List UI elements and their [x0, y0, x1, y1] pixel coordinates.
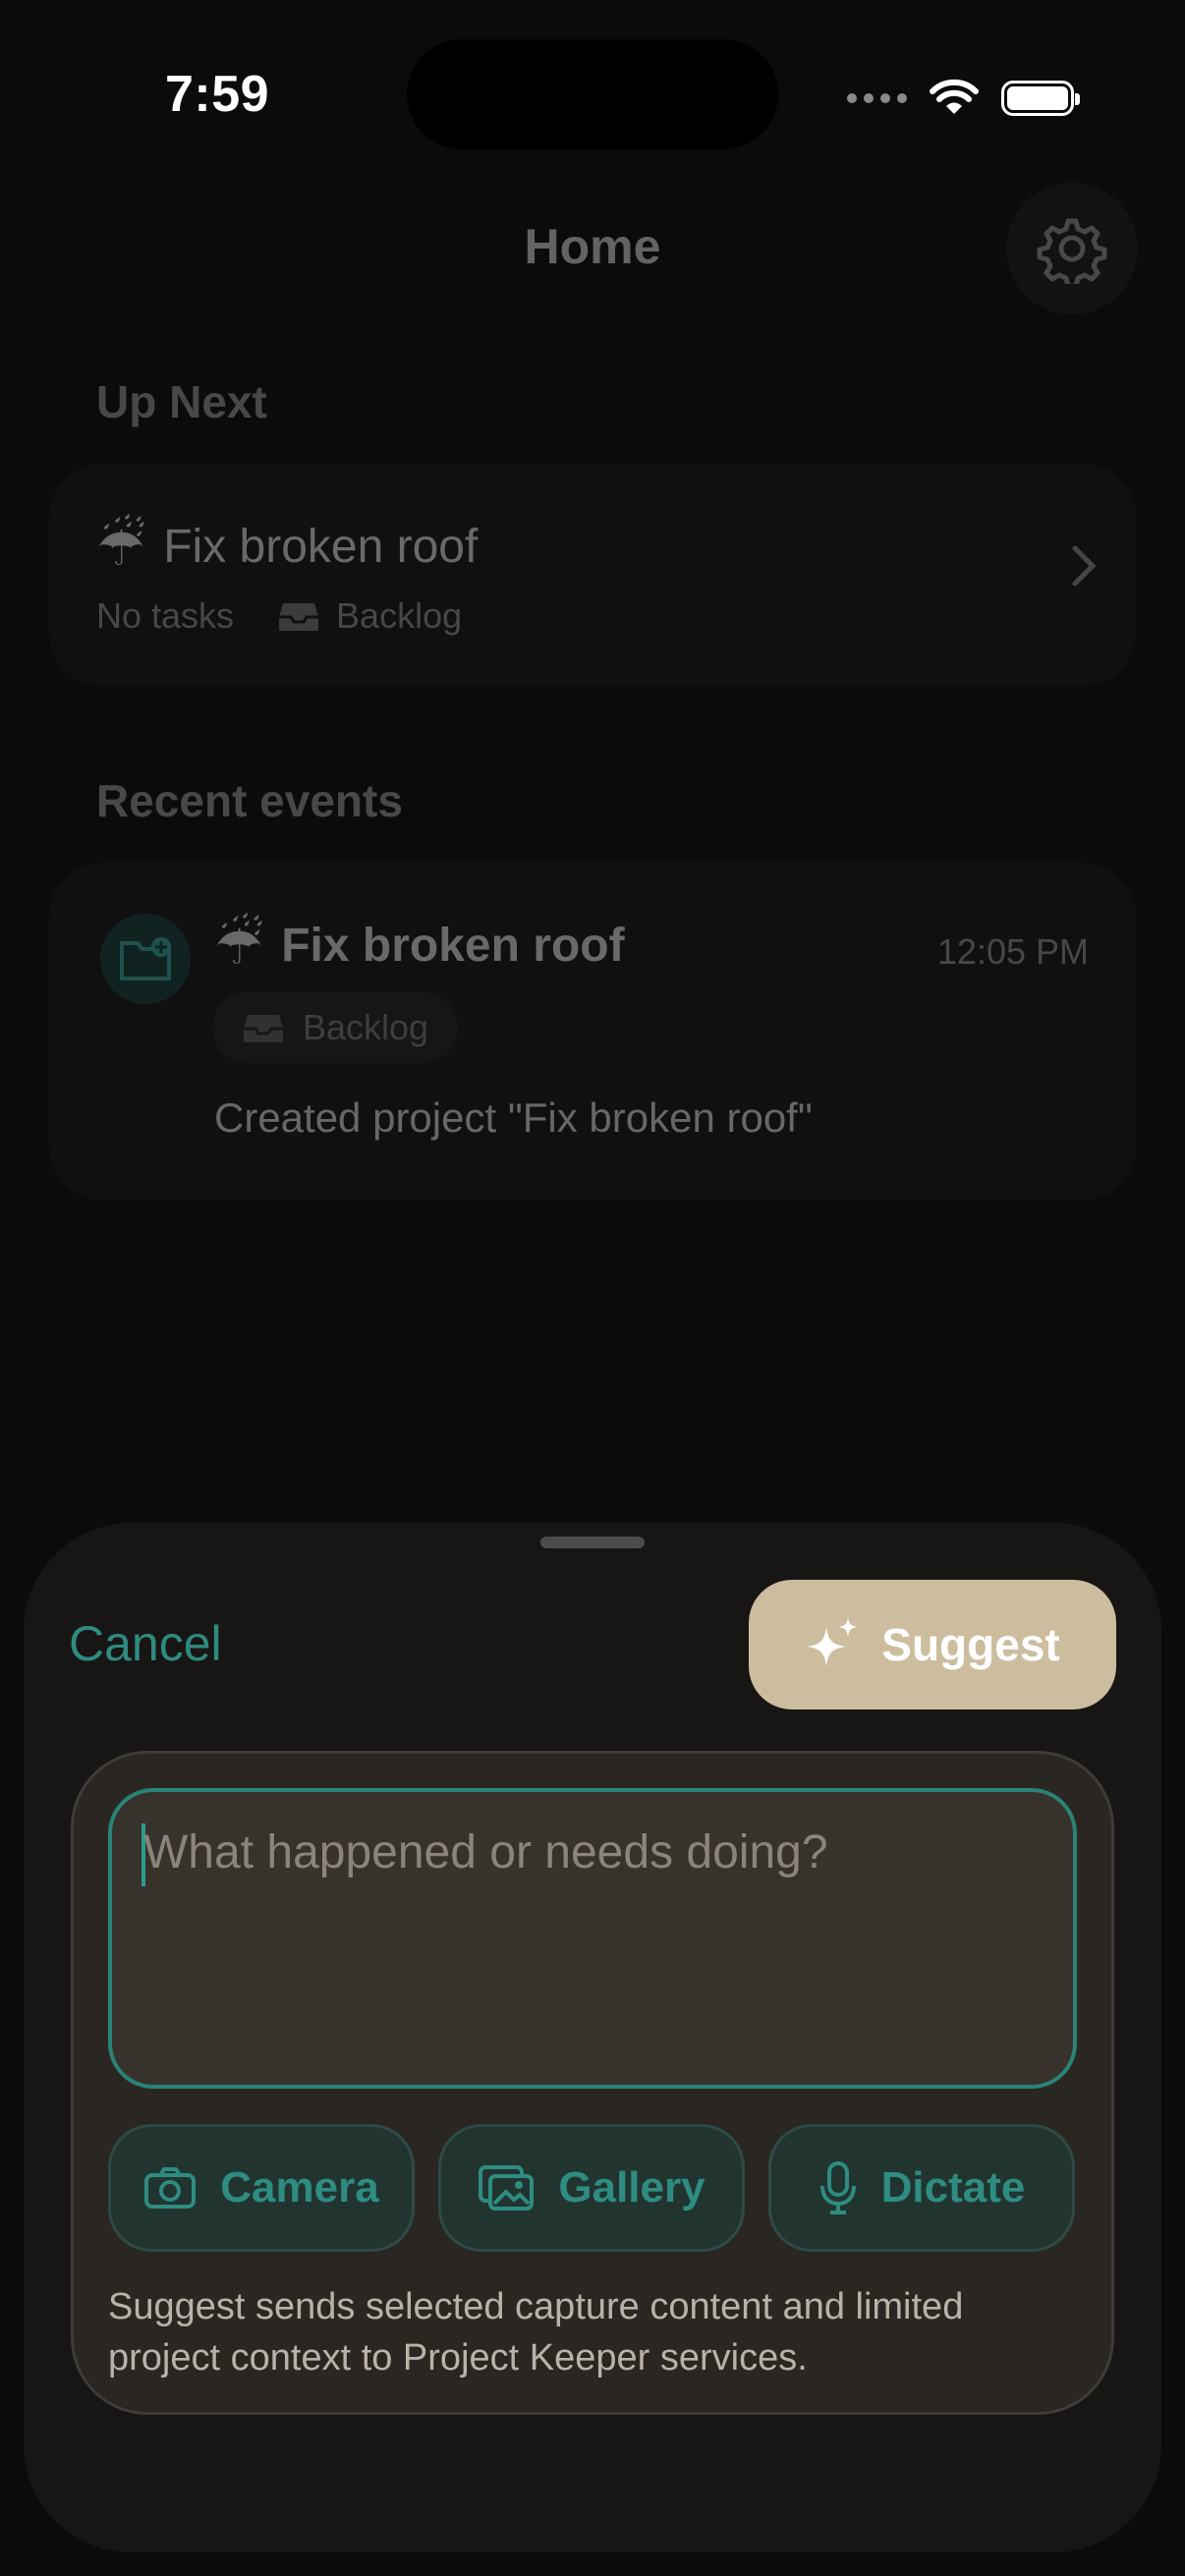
- gallery-icon: [479, 2165, 535, 2211]
- cellular-signal-icon: [847, 93, 907, 103]
- event-title-row: ☔ Fix broken roof: [214, 918, 625, 973]
- gallery-label: Gallery: [558, 2163, 705, 2212]
- chevron-right-icon: [1071, 544, 1097, 599]
- recent-events-heading: Recent events: [96, 775, 403, 826]
- camera-button[interactable]: Camera: [108, 2124, 415, 2252]
- microphone-icon: [819, 2161, 856, 2214]
- umbrella-rain-icon: ☔: [214, 914, 264, 976]
- status-time: 7:59: [165, 66, 270, 123]
- dynamic-island: [407, 39, 778, 149]
- sheet-grabber[interactable]: [540, 1537, 645, 1548]
- camera-icon: [144, 2167, 197, 2209]
- tray-icon: [244, 1015, 283, 1042]
- suggest-button[interactable]: Suggest: [749, 1580, 1116, 1709]
- dictate-button[interactable]: Dictate: [768, 2124, 1075, 2252]
- gear-icon: [1037, 218, 1107, 284]
- settings-button[interactable]: [1006, 183, 1138, 314]
- event-title: Fix broken roof: [281, 919, 625, 972]
- privacy-disclaimer: Suggest sends selected capture content a…: [108, 2286, 964, 2379]
- capture-input-placeholder: What happened or needs doing?: [143, 1826, 828, 1878]
- up-next-meta: No tasks Backlog: [96, 595, 462, 637]
- dictate-label: Dictate: [880, 2163, 1026, 2212]
- suggest-label: Suggest: [881, 1619, 1060, 1670]
- sparkles-icon: [807, 1617, 859, 1666]
- status-icons: [847, 71, 1080, 126]
- tray-icon: [279, 603, 319, 631]
- folder-add-icon: [100, 914, 191, 1004]
- badge-label: Backlog: [303, 1007, 429, 1047]
- cancel-button[interactable]: Cancel: [69, 1615, 222, 1672]
- event-status-badge: Backlog: [212, 992, 459, 1063]
- project-title: Fix broken roof: [163, 520, 479, 573]
- gallery-button[interactable]: Gallery: [438, 2124, 745, 2252]
- umbrella-rain-icon: ☔: [96, 515, 146, 577]
- recent-event-card[interactable]: ☔ Fix broken roof 12:05 PM Backlog Creat…: [49, 863, 1136, 1201]
- up-next-title-row: ☔ Fix broken roof: [96, 519, 478, 574]
- task-count: No tasks: [96, 595, 235, 636]
- up-next-heading: Up Next: [96, 376, 267, 427]
- event-description: Created project "Fix broken roof": [214, 1094, 813, 1141]
- battery-icon: [1001, 81, 1080, 116]
- event-time: 12:05 PM: [936, 931, 1089, 972]
- up-next-card[interactable]: ☔ Fix broken roof No tasks Backlog: [49, 464, 1136, 686]
- camera-label: Camera: [220, 2163, 379, 2212]
- wifi-icon: [930, 79, 979, 114]
- status-label: Backlog: [336, 595, 463, 636]
